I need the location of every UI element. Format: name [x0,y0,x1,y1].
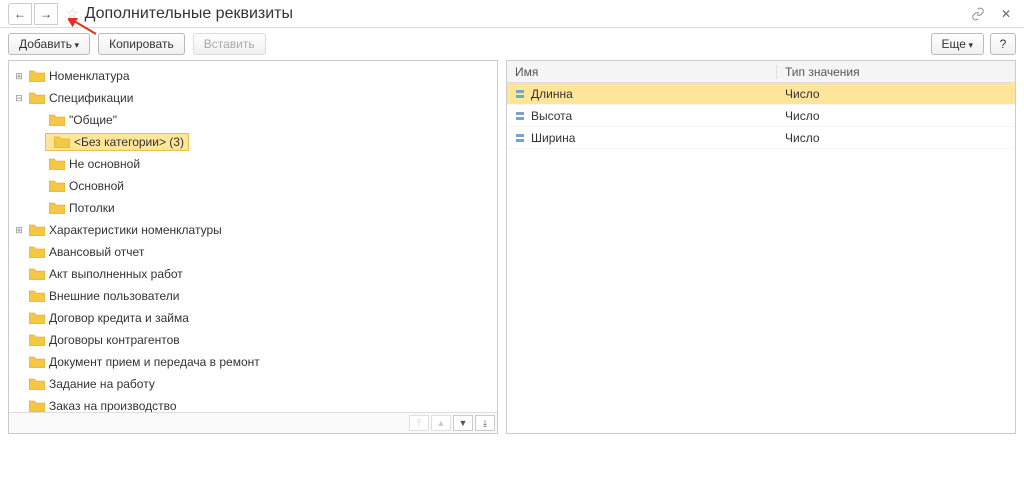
tree-item-label: Договоры контрагентов [49,333,180,347]
close-icon[interactable]: ✕ [996,4,1016,24]
column-header-type[interactable]: Тип значения [777,65,1015,79]
tree-item[interactable]: Потолки [9,197,497,219]
tree-item[interactable]: <Без категории> (3) [9,131,497,153]
tree-item[interactable]: Задание на работу [9,373,497,395]
folder-icon [49,179,65,193]
tree-item[interactable]: ⊞ Номенклатура [9,65,497,87]
expand-icon[interactable]: ⊞ [13,225,25,236]
folder-icon [49,157,65,171]
tree-item[interactable]: Заказ на производство [9,395,497,412]
attribute-name: Высота [531,109,572,123]
folder-icon [29,91,45,105]
folder-icon [49,113,65,127]
folder-icon [29,355,45,369]
table-row[interactable]: 〓 Ширина Число [507,127,1015,149]
tree-item-label: Основной [69,179,124,193]
paste-button: Вставить [193,33,266,55]
forward-button[interactable]: → [34,3,58,25]
tree-item[interactable]: ⊞ Характеристики номенклатуры [9,219,497,241]
table-row[interactable]: 〓 Высота Число [507,105,1015,127]
attributes-table-body[interactable]: 〓 Длинна Число 〓 Высота Число 〓 Ширина Число [507,83,1015,433]
tree-item-label: "Общие" [69,113,117,127]
header-bar: ← → ☆ Дополнительные реквизиты ✕ [0,0,1024,28]
tree-item[interactable]: Договор кредита и займа [9,307,497,329]
tree-item[interactable]: Не основной [9,153,497,175]
tree-panel: ⊞ Номенклатура ⊟ Спецификации "Общие" <Без ка… [8,60,498,434]
folder-tree[interactable]: ⊞ Номенклатура ⊟ Спецификации "Общие" <Без ка… [9,61,497,412]
tree-footer: ⤒ ▲ ▼ ⤓ [9,412,497,433]
attributes-panel: Имя Тип значения 〓 Длинна Число 〓 Высота Числ… [506,60,1016,434]
expand-icon[interactable]: ⊞ [13,71,25,82]
table-cell-type: Число [777,131,1015,145]
tree-item-label: Спецификации [49,91,133,105]
table-cell-name: 〓 Длинна [507,86,777,101]
move-up-button[interactable]: ▲ [431,415,451,431]
attribute-icon: 〓 [515,108,525,123]
tree-item[interactable]: Документ прием и передача в ремонт [9,351,497,373]
folder-icon [29,69,45,83]
move-top-button[interactable]: ⤒ [409,415,429,431]
favorite-star-icon[interactable]: ☆ [66,5,79,22]
folder-icon [29,333,45,347]
folder-icon [29,245,45,259]
more-button[interactable]: Еще [931,33,984,55]
folder-icon [49,201,65,215]
collapse-icon[interactable]: ⊟ [13,93,25,104]
attribute-icon: 〓 [515,86,525,101]
content-area: ⊞ Номенклатура ⊟ Спецификации "Общие" <Без ка… [0,60,1024,434]
tree-item-label: Внешние пользователи [49,289,179,303]
tree-item-label: <Без категории> (3) [74,135,184,149]
folder-icon [29,267,45,281]
table-cell-type: Число [777,109,1015,123]
toolbar: Добавить Копировать Вставить Еще ? [0,28,1024,60]
copy-button[interactable]: Копировать [98,33,185,55]
tree-item-label: Авансовый отчет [49,245,144,259]
folder-icon [29,289,45,303]
column-header-name[interactable]: Имя [507,65,777,79]
tree-item[interactable]: "Общие" [9,109,497,131]
help-button[interactable]: ? [990,33,1016,55]
page-title: Дополнительные реквизиты [85,5,293,23]
folder-icon [29,311,45,325]
tree-item-label: Документ прием и передача в ремонт [49,355,260,369]
tree-item-label: Акт выполненных работ [49,267,183,281]
folder-icon [29,377,45,391]
tree-item[interactable]: Внешние пользователи [9,285,497,307]
tree-item[interactable]: Основной [9,175,497,197]
tree-item[interactable]: Акт выполненных работ [9,263,497,285]
attribute-name: Ширина [531,131,575,145]
tree-item-label: Договор кредита и займа [49,311,189,325]
back-button[interactable]: ← [8,3,32,25]
add-button[interactable]: Добавить [8,33,90,55]
table-cell-type: Число [777,87,1015,101]
folder-icon [29,223,45,237]
table-header: Имя Тип значения [507,61,1015,83]
attribute-icon: 〓 [515,130,525,145]
tree-item-label: Номенклатура [49,69,130,83]
tree-item[interactable]: ⊟ Спецификации [9,87,497,109]
tree-item-label: Не основной [69,157,140,171]
tree-item[interactable]: Авансовый отчет [9,241,497,263]
attribute-name: Длинна [531,87,573,101]
move-bottom-button[interactable]: ⤓ [475,415,495,431]
table-row[interactable]: 〓 Длинна Число [507,83,1015,105]
tree-item-label: Характеристики номенклатуры [49,223,222,237]
folder-icon [54,135,70,149]
tree-item[interactable]: Договоры контрагентов [9,329,497,351]
tree-item-label: Потолки [69,201,115,215]
link-icon[interactable] [968,4,988,24]
table-cell-name: 〓 Ширина [507,130,777,145]
table-cell-name: 〓 Высота [507,108,777,123]
move-down-button[interactable]: ▼ [453,415,473,431]
folder-icon [29,399,45,412]
tree-item-label: Задание на работу [49,377,155,391]
tree-item-label: Заказ на производство [49,399,177,412]
